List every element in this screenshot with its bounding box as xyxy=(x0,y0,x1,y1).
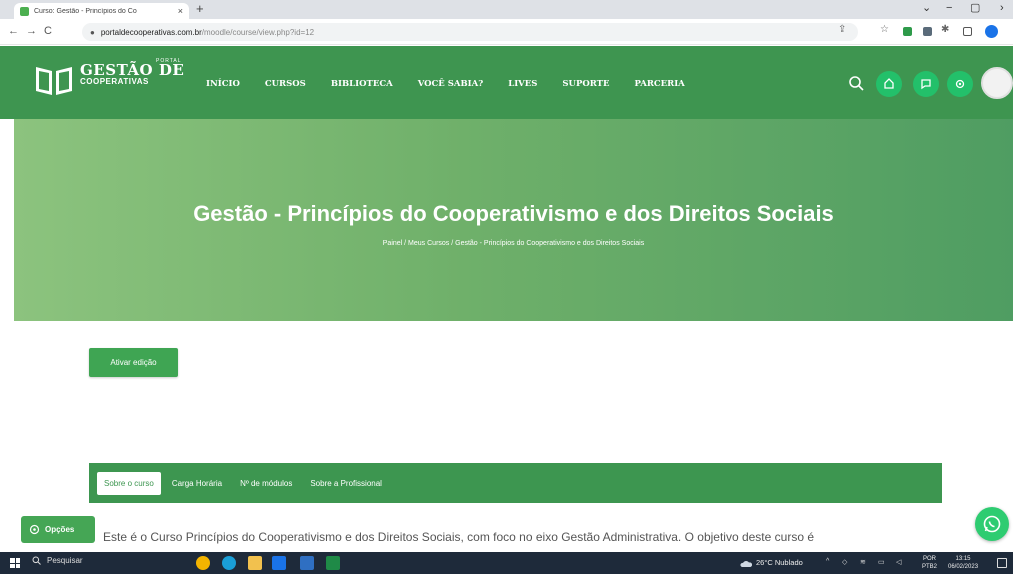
browser-toolbar: ← → C ● portaldecooperativas.com.br /moo… xyxy=(0,19,1013,45)
address-bar[interactable]: ● portaldecooperativas.com.br /moodle/co… xyxy=(82,23,858,41)
mail-app-icon[interactable] xyxy=(300,556,314,570)
breadcrumb[interactable]: Painel / Meus Cursos / Gestão - Princípi… xyxy=(14,240,1013,247)
main-menu: INÍCIO CURSOS BIBLIOTECA VOCÊ SABIA? LIV… xyxy=(206,79,685,89)
tab-sobre-o-curso[interactable]: Sobre o curso xyxy=(97,471,161,495)
maximize-button[interactable]: ▢ xyxy=(970,1,980,15)
notification-center-icon[interactable] xyxy=(997,558,1007,568)
favicon-icon xyxy=(20,6,29,16)
menu-item-parceria[interactable]: PARCERIA xyxy=(634,79,684,89)
forward-icon[interactable]: → xyxy=(26,25,37,37)
enable-editing-button[interactable]: Ativar edição xyxy=(89,348,178,377)
site-header: PORTAL GESTÃO DE COOPERATIVAS INÍCIO CUR… xyxy=(0,46,1013,119)
new-tab-button[interactable]: + xyxy=(196,2,204,16)
tab-sobre-a-profissional[interactable]: Sobre a Profissional xyxy=(303,472,389,495)
options-button[interactable]: Opções xyxy=(21,516,95,543)
screen: Curso: Gestão - Princípios do Co × + ⌄ −… xyxy=(0,0,1013,574)
user-avatar[interactable] xyxy=(981,67,1013,99)
whatsapp-button[interactable] xyxy=(975,507,1009,541)
menu-item-cursos[interactable]: CURSOS xyxy=(265,79,306,89)
lock-icon: ● xyxy=(90,27,95,37)
tab-close-icon[interactable]: × xyxy=(178,6,183,16)
browser-tab[interactable]: Curso: Gestão - Princípios do Co × xyxy=(14,3,189,19)
course-description: Este é o Curso Princípios do Cooperativi… xyxy=(103,530,814,544)
extension-icon[interactable] xyxy=(903,27,912,36)
tab-title: Curso: Gestão - Princípios do Co xyxy=(34,7,137,15)
extensions-puzzle-icon[interactable]: ✱ xyxy=(941,24,949,36)
tray-volume-icon[interactable]: ◁ xyxy=(896,558,901,566)
search-icon xyxy=(32,556,41,565)
back-icon[interactable]: ← xyxy=(8,25,19,37)
file-explorer-icon[interactable] xyxy=(248,556,262,570)
tray-chevron-icon[interactable]: ^ xyxy=(826,558,829,565)
taskbar-weather[interactable]: 26°C Nublado xyxy=(740,558,803,567)
taskbar-language[interactable]: POR PTB2 xyxy=(922,555,937,571)
language-code: POR xyxy=(923,556,937,562)
chat-icon xyxy=(921,79,931,90)
os-taskbar: Pesquisar 26°C Nublado ^ ◇ ≋ ▭ ◁ POR PTB… xyxy=(0,552,1013,574)
clock-time: 13:15 xyxy=(955,556,971,562)
menu-item-inicio[interactable]: INÍCIO xyxy=(206,79,240,89)
menu-item-lives[interactable]: LIVES xyxy=(508,79,537,89)
bell-icon xyxy=(884,78,894,89)
profile-icon[interactable] xyxy=(985,25,998,38)
taskbar-app-icon[interactable] xyxy=(196,556,210,570)
logo-main-text: GESTÃO DE xyxy=(80,61,185,79)
tray-battery-icon[interactable]: ▭ xyxy=(878,558,885,566)
browser-tabbar: Curso: Gestão - Princípios do Co × + ⌄ −… xyxy=(0,0,1013,19)
clock-date: 06/02/2023 xyxy=(948,564,979,570)
browser-app-icon[interactable] xyxy=(272,556,286,570)
notifications-button[interactable] xyxy=(876,71,902,97)
site-logo[interactable]: PORTAL GESTÃO DE COOPERATIVAS xyxy=(80,58,185,87)
sidebar-icon[interactable] xyxy=(963,27,972,36)
keyboard-layout: PTB2 xyxy=(922,564,938,570)
extension-icon[interactable] xyxy=(923,27,932,36)
tab-numero-de-modulos[interactable]: Nº de módulos xyxy=(233,472,299,495)
tray-wifi-icon[interactable]: ≋ xyxy=(860,558,866,566)
url-path: /moodle/course/view.php?id=12 xyxy=(201,27,315,37)
share-icon[interactable]: ⇪ xyxy=(838,24,846,36)
page-title: Gestão - Princípios do Cooperativismo e … xyxy=(193,201,834,226)
menu-item-voce-sabia[interactable]: VOCÊ SABIA? xyxy=(418,79,484,89)
tab-search-icon[interactable]: ⌄ xyxy=(922,1,931,15)
bookmark-star-icon[interactable]: ☆ xyxy=(880,24,889,36)
chrome-app-icon[interactable] xyxy=(222,556,236,570)
tab-carga-horaria[interactable]: Carga Horária xyxy=(165,472,229,495)
weather-label: 26°C Nublado xyxy=(756,558,803,567)
windows-start-icon[interactable] xyxy=(10,558,20,568)
menu-item-suporte[interactable]: SUPORTE xyxy=(562,79,609,89)
cloud-icon xyxy=(740,560,752,567)
book-logo-icon xyxy=(36,67,72,95)
settings-button[interactable] xyxy=(947,71,973,97)
options-label: Opções xyxy=(45,525,75,534)
minimize-button[interactable]: − xyxy=(946,1,952,15)
search-icon[interactable] xyxy=(848,75,864,91)
excel-app-icon[interactable] xyxy=(326,556,340,570)
taskbar-search[interactable]: Pesquisar xyxy=(32,556,83,565)
gear-icon xyxy=(29,524,40,535)
tray-network-icon[interactable]: ◇ xyxy=(842,558,847,566)
whatsapp-icon xyxy=(983,515,1001,533)
logo-small-text: PORTAL xyxy=(156,58,182,64)
url-domain: portaldecooperativas.com.br xyxy=(100,27,202,37)
menu-item-biblioteca[interactable]: BIBLIOTECA xyxy=(331,79,393,89)
gear-icon xyxy=(955,79,965,89)
taskbar-clock[interactable]: 13:15 06/02/2023 xyxy=(948,555,978,571)
taskbar-search-label: Pesquisar xyxy=(47,556,83,565)
close-window-button[interactable]: › xyxy=(1000,1,1004,15)
messages-button[interactable] xyxy=(913,71,939,97)
course-info-tabs: Sobre o curso Carga Horária Nº de módulo… xyxy=(89,463,942,503)
reload-icon[interactable]: C xyxy=(44,25,52,37)
course-hero-banner: Gestão - Princípios do Cooperativismo e … xyxy=(14,119,1013,321)
